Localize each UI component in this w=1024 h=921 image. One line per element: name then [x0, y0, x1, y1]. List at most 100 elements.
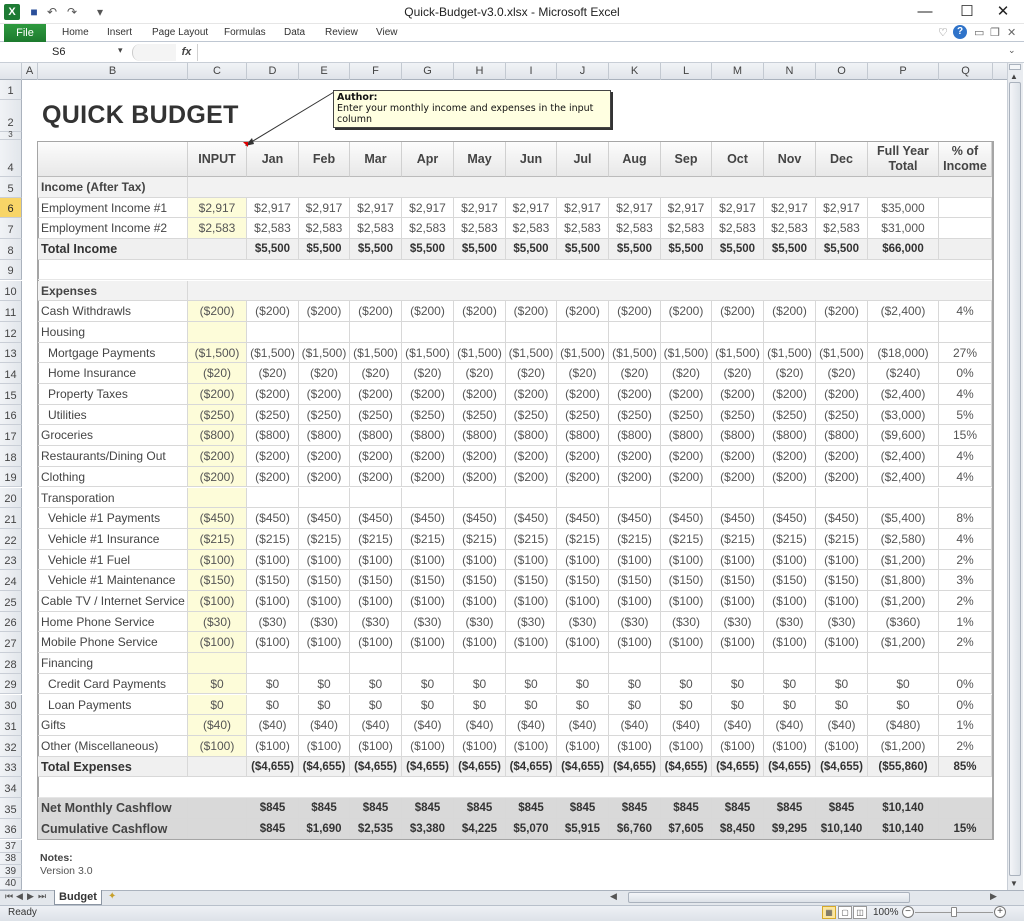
value-cell[interactable]: ($4,655): [402, 756, 454, 778]
value-cell[interactable]: ($200): [609, 446, 661, 467]
row-header-17[interactable]: 17: [0, 425, 22, 447]
value-cell[interactable]: ($100): [402, 632, 454, 654]
value-cell[interactable]: $845: [247, 798, 299, 819]
input-cell[interactable]: [188, 653, 247, 674]
row-label[interactable]: Financing: [38, 653, 188, 674]
value-cell[interactable]: ($200): [299, 446, 350, 467]
value-cell[interactable]: ($150): [661, 570, 712, 591]
value-cell[interactable]: $5,500: [764, 239, 816, 260]
value-cell[interactable]: 3%: [939, 570, 992, 591]
input-cell[interactable]: $2,917: [188, 197, 247, 219]
value-cell[interactable]: [939, 177, 992, 198]
value-cell[interactable]: ($250): [454, 404, 506, 426]
value-cell[interactable]: ($1,500): [402, 342, 454, 364]
value-cell[interactable]: ($20): [247, 363, 299, 384]
scroll-down-icon[interactable]: ▼: [1010, 879, 1018, 888]
value-cell[interactable]: ($100): [402, 591, 454, 612]
sheet-tab-budget[interactable]: Budget: [54, 890, 102, 905]
row-label[interactable]: Clothing: [38, 466, 188, 488]
value-cell[interactable]: ($100): [247, 632, 299, 654]
value-cell[interactable]: [661, 321, 712, 343]
value-cell[interactable]: [764, 777, 816, 798]
value-cell[interactable]: ($40): [402, 715, 454, 736]
value-cell[interactable]: ($100): [712, 549, 764, 571]
value-cell[interactable]: ($800): [816, 425, 868, 447]
value-cell[interactable]: ($215): [247, 528, 299, 550]
value-cell[interactable]: [816, 487, 868, 509]
value-cell[interactable]: ($100): [299, 632, 350, 654]
value-cell[interactable]: ($100): [609, 549, 661, 571]
value-cell[interactable]: ($100): [557, 591, 609, 612]
value-cell[interactable]: ($40): [764, 715, 816, 736]
value-cell[interactable]: ($100): [247, 591, 299, 612]
value-cell[interactable]: [868, 777, 939, 798]
value-cell[interactable]: ($20): [764, 363, 816, 384]
workbook-restore-icon[interactable]: ❐: [990, 26, 1000, 39]
value-cell[interactable]: ($40): [247, 715, 299, 736]
value-cell[interactable]: ($4,655): [609, 756, 661, 778]
value-cell[interactable]: ($30): [764, 611, 816, 633]
value-cell[interactable]: ($40): [299, 715, 350, 736]
value-cell[interactable]: ($100): [557, 549, 609, 571]
value-cell[interactable]: ($800): [712, 425, 764, 447]
value-cell[interactable]: [661, 487, 712, 509]
zoom-out-button[interactable]: −: [902, 906, 914, 918]
value-cell[interactable]: $845: [454, 798, 506, 819]
value-cell[interactable]: [939, 218, 992, 240]
input-cell[interactable]: ($30): [188, 611, 247, 633]
value-cell[interactable]: [299, 260, 350, 281]
value-cell[interactable]: ($1,200): [868, 735, 939, 757]
column-header-j[interactable]: J: [557, 63, 609, 80]
value-cell[interactable]: ($100): [247, 549, 299, 571]
value-cell[interactable]: $2,583: [609, 218, 661, 240]
last-sheet-icon[interactable]: ⏭: [38, 891, 46, 902]
value-cell[interactable]: ($100): [816, 735, 868, 757]
value-cell[interactable]: ($200): [661, 301, 712, 322]
value-cell[interactable]: ($200): [764, 446, 816, 467]
scroll-left-icon[interactable]: ◀: [610, 891, 617, 902]
value-cell[interactable]: ($4,655): [816, 756, 868, 778]
column-header-k[interactable]: K: [609, 63, 661, 80]
input-cell[interactable]: ($450): [188, 508, 247, 529]
value-cell[interactable]: 27%: [939, 342, 992, 364]
value-cell[interactable]: [506, 487, 557, 509]
value-cell[interactable]: ($200): [299, 301, 350, 322]
value-cell[interactable]: [609, 321, 661, 343]
value-cell[interactable]: ($20): [299, 363, 350, 384]
value-cell[interactable]: ($100): [350, 735, 402, 757]
value-cell[interactable]: $0: [454, 694, 506, 716]
value-cell[interactable]: [247, 321, 299, 343]
value-cell[interactable]: ($100): [299, 591, 350, 612]
row-header-25[interactable]: 25: [0, 591, 22, 612]
value-cell[interactable]: ($450): [299, 508, 350, 529]
value-cell[interactable]: [557, 777, 609, 798]
value-cell[interactable]: $2,583: [506, 218, 557, 240]
workbook-close-icon[interactable]: ✕: [1007, 26, 1016, 39]
value-cell[interactable]: [506, 280, 557, 302]
value-cell[interactable]: ($200): [402, 384, 454, 405]
column-header-q[interactable]: Q: [939, 63, 993, 80]
value-cell[interactable]: ($5,400): [868, 508, 939, 529]
formula-bar-splitter[interactable]: [132, 44, 176, 61]
value-cell[interactable]: $2,917: [764, 197, 816, 219]
value-cell[interactable]: [868, 177, 939, 198]
column-header-g[interactable]: G: [402, 63, 454, 80]
value-cell[interactable]: [764, 280, 816, 302]
value-cell[interactable]: ($2,580): [868, 528, 939, 550]
value-cell[interactable]: ($200): [454, 301, 506, 322]
value-cell[interactable]: ($30): [661, 611, 712, 633]
row-label[interactable]: Vehicle #1 Maintenance: [38, 570, 188, 591]
value-cell[interactable]: 4%: [939, 446, 992, 467]
value-cell[interactable]: ($100): [402, 549, 454, 571]
value-cell[interactable]: ($200): [557, 466, 609, 488]
column-header-p[interactable]: P: [868, 63, 939, 80]
value-cell[interactable]: ($450): [402, 508, 454, 529]
value-cell[interactable]: ($360): [868, 611, 939, 633]
value-cell[interactable]: ($20): [506, 363, 557, 384]
value-cell[interactable]: [506, 260, 557, 281]
value-cell[interactable]: [299, 653, 350, 674]
value-cell[interactable]: [454, 321, 506, 343]
value-cell[interactable]: [816, 777, 868, 798]
value-cell[interactable]: ($250): [350, 404, 402, 426]
value-cell[interactable]: [247, 177, 299, 198]
